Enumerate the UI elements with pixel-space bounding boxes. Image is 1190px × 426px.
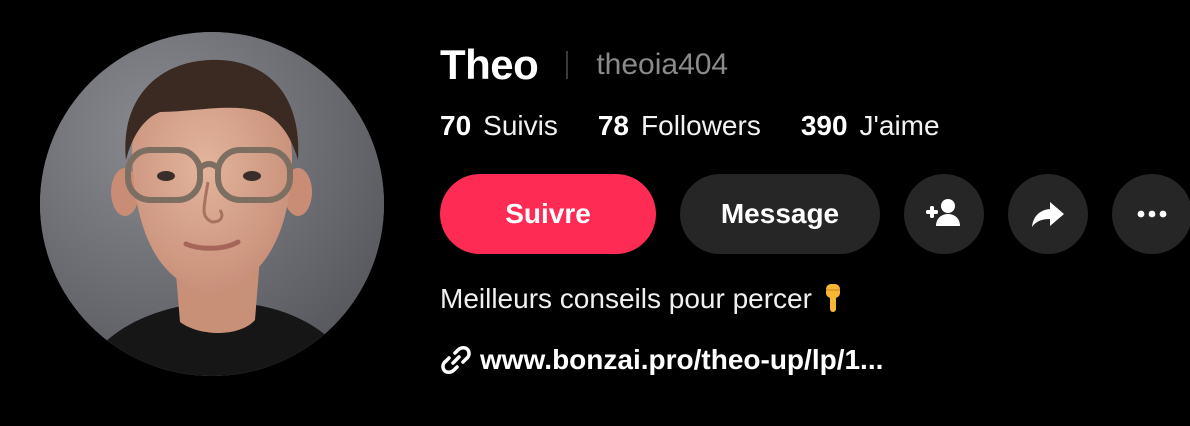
link-text[interactable]: www.bonzai.pro/theo-up/lp/1... xyxy=(480,344,883,376)
likes-count: 390 xyxy=(800,110,848,141)
followers-stat[interactable]: 78 Followers xyxy=(598,110,761,142)
following-stat[interactable]: 70 Suivis xyxy=(440,110,558,142)
profile-actions: Suivre Message xyxy=(440,174,1190,254)
display-name: Theo xyxy=(440,41,539,88)
more-icon xyxy=(1137,210,1167,218)
share-button[interactable] xyxy=(1008,174,1088,254)
profile-link[interactable]: www.bonzai.pro/theo-up/lp/1... xyxy=(440,344,883,376)
name-divider xyxy=(566,51,569,79)
share-icon xyxy=(1032,202,1064,227)
more-options-button[interactable] xyxy=(1112,174,1190,254)
follow-button[interactable]: Suivre xyxy=(440,174,656,254)
following-count: 70 xyxy=(440,110,472,141)
username: theoia404 xyxy=(596,48,729,81)
likes-label: J'aime xyxy=(859,110,940,141)
link-icon xyxy=(441,346,471,374)
profile-header: Theo theoia404 xyxy=(440,38,728,92)
message-button[interactable]: Message xyxy=(680,174,880,254)
following-label: Suivis xyxy=(483,110,558,141)
profile-stats: 70 Suivis 78 Followers 390 J'aime xyxy=(440,106,980,146)
followers-count: 78 xyxy=(597,110,630,141)
add-friend-button[interactable] xyxy=(904,174,984,254)
likes-stat: 390 J'aime xyxy=(801,110,940,142)
followers-label: Followers xyxy=(641,110,761,141)
pointing-down-hand-icon xyxy=(825,284,840,312)
bio-text: Meilleurs conseils pour percer xyxy=(440,283,812,314)
add-friend-icon xyxy=(926,199,960,226)
avatar[interactable] xyxy=(40,32,384,376)
profile-bio: Meilleurs conseils pour percer xyxy=(440,282,844,316)
